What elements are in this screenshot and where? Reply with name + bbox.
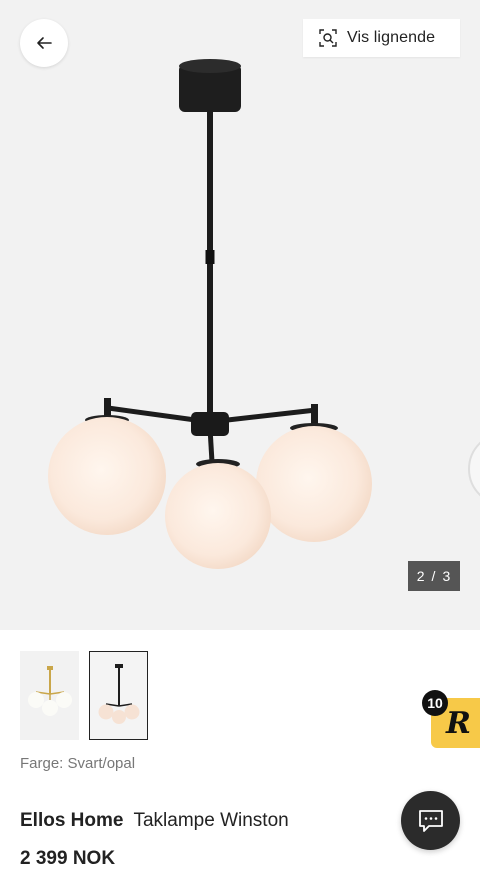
thumbnail-image-brass	[27, 665, 72, 716]
show-similar-button[interactable]: Vis lignende	[303, 19, 460, 57]
color-label: Farge: Svart/opal	[20, 755, 136, 772]
product-image-gallery[interactable]: Vis lignende 2 / 3	[0, 0, 480, 630]
show-similar-label: Vis lignende	[347, 29, 436, 46]
image-counter-current: 2	[416, 568, 426, 584]
arrow-left-icon	[37, 37, 52, 49]
chat-icon	[418, 809, 443, 832]
chat-button[interactable]	[401, 791, 460, 850]
product-price: 2 399 NOK	[20, 848, 116, 869]
product-title: Ellos Home Taklampe Winston	[20, 810, 289, 832]
rewards-logo: R	[446, 705, 471, 741]
thumbnail-image-black	[98, 663, 139, 724]
product-brand[interactable]: Ellos Home	[20, 810, 123, 832]
image-counter-separator: /	[431, 568, 437, 584]
visual-search-icon	[319, 29, 337, 47]
thumbnail-1[interactable]	[20, 651, 79, 740]
back-button[interactable]	[20, 19, 68, 67]
product-name: Taklampe Winston	[133, 810, 289, 831]
thumbnail-2-selected[interactable]	[89, 651, 148, 740]
image-counter-total: 3	[442, 568, 452, 584]
image-counter: 2 / 3	[408, 561, 460, 591]
thumbnail-strip	[20, 651, 148, 740]
rewards-count-badge: 10	[422, 690, 448, 716]
product-image	[48, 59, 372, 569]
